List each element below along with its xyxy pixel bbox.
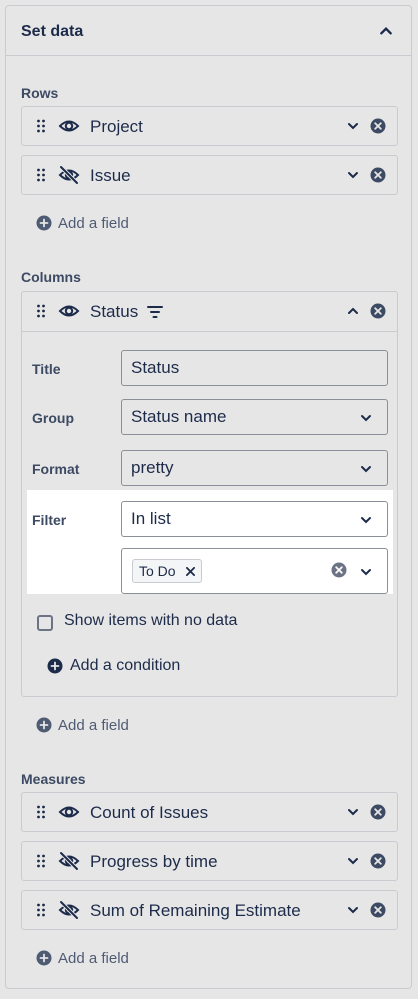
measures-field-count-of-issues[interactable]: Count of Issues — [21, 792, 398, 832]
title-input[interactable]: Status — [121, 350, 388, 386]
measures-field-sum-of-remaining-estimate[interactable]: Sum of Remaining Estimate — [21, 890, 398, 930]
field-label: Issue — [90, 166, 131, 185]
measures-add-field-button[interactable]: Add a field — [36, 948, 129, 968]
chevron-down-icon[interactable] — [347, 904, 359, 916]
add-field-label: Add a field — [58, 214, 129, 232]
tag-remove-icon[interactable] — [185, 566, 195, 576]
columns-section-label: Columns — [21, 269, 81, 285]
add-field-label: Add a field — [58, 949, 129, 967]
show-no-data-checkbox[interactable] — [37, 615, 53, 631]
filter-operator-select[interactable]: In list — [121, 501, 388, 537]
remove-field-icon[interactable] — [370, 804, 386, 820]
add-circle-icon — [36, 717, 52, 733]
add-circle-icon — [36, 215, 52, 231]
format-label: Format — [32, 461, 80, 477]
chevron-down-icon[interactable] — [347, 120, 359, 132]
chevron-down-icon — [361, 466, 371, 473]
remove-field-icon[interactable] — [370, 902, 386, 918]
add-condition-label: Add a condition — [70, 657, 181, 674]
field-label: Count of Issues — [90, 803, 209, 822]
eye-icon[interactable] — [58, 802, 80, 822]
title-label: Title — [32, 361, 61, 377]
title-input-value: Status — [131, 358, 180, 377]
measures-field-progress-by-time[interactable]: Progress by time — [21, 841, 398, 881]
chevron-up-icon[interactable] — [379, 24, 393, 38]
group-select-value: Status name — [131, 407, 227, 426]
drag-handle-icon[interactable] — [36, 304, 46, 318]
field-label: Sum of Remaining Estimate — [90, 901, 301, 920]
chevron-down-icon[interactable] — [347, 855, 359, 867]
columns-add-field-button[interactable]: Add a field — [36, 715, 129, 735]
chevron-down-icon — [361, 415, 371, 422]
remove-field-icon[interactable] — [370, 118, 386, 134]
add-condition-button[interactable]: Add a condition — [47, 657, 180, 675]
chevron-down-icon[interactable] — [347, 806, 359, 818]
chevron-up-icon[interactable] — [347, 305, 359, 317]
rows-field-project[interactable]: Project — [21, 106, 398, 146]
clear-icon[interactable] — [331, 562, 347, 578]
eye-hidden-icon[interactable] — [58, 900, 80, 920]
add-field-label: Add a field — [58, 716, 129, 734]
eye-hidden-icon[interactable] — [58, 851, 80, 871]
field-label: Progress by time — [90, 852, 218, 871]
format-select-value: pretty — [131, 458, 174, 477]
status-field-header[interactable]: Status — [22, 292, 397, 332]
drag-handle-icon[interactable] — [36, 903, 46, 917]
chevron-down-icon — [361, 517, 371, 524]
remove-field-icon[interactable] — [370, 167, 386, 183]
format-select[interactable]: pretty — [121, 450, 388, 486]
drag-handle-icon[interactable] — [36, 854, 46, 868]
measures-section-label: Measures — [21, 771, 86, 787]
remove-field-icon[interactable] — [370, 303, 386, 319]
eye-hidden-icon[interactable] — [58, 165, 80, 185]
eye-icon[interactable] — [58, 301, 80, 321]
rows-add-field-button[interactable]: Add a field — [36, 213, 129, 233]
eye-icon[interactable] — [58, 116, 80, 136]
drag-handle-icon[interactable] — [36, 805, 46, 819]
panel-header[interactable]: Set data — [6, 6, 411, 56]
field-label: Status — [90, 302, 139, 321]
filter-icon — [147, 306, 163, 318]
filter-tag-label: To Do — [139, 563, 176, 579]
set-data-panel: Set data Rows Project Issue Add a field … — [5, 5, 412, 989]
filter-operator-value: In list — [131, 509, 171, 528]
group-select[interactable]: Status name — [121, 399, 388, 435]
filter-values-select[interactable]: To Do — [121, 548, 388, 594]
filter-tag: To Do — [132, 559, 202, 583]
remove-field-icon[interactable] — [370, 853, 386, 869]
panel-title: Set data — [21, 23, 84, 40]
drag-handle-icon[interactable] — [36, 168, 46, 182]
chevron-down-icon[interactable] — [360, 566, 372, 578]
drag-handle-icon[interactable] — [36, 119, 46, 133]
field-label: Project — [90, 117, 143, 136]
group-label: Group — [32, 410, 74, 426]
chevron-down-icon[interactable] — [347, 169, 359, 181]
add-circle-icon — [36, 950, 52, 966]
show-no-data-label[interactable]: Show items with no data — [64, 612, 237, 630]
filter-label: Filter — [32, 512, 67, 528]
rows-section-label: Rows — [21, 85, 59, 101]
columns-field-status: Status Title Status Group Status name Fo… — [21, 291, 398, 697]
add-circle-icon — [47, 658, 63, 674]
rows-field-issue[interactable]: Issue — [21, 155, 398, 195]
